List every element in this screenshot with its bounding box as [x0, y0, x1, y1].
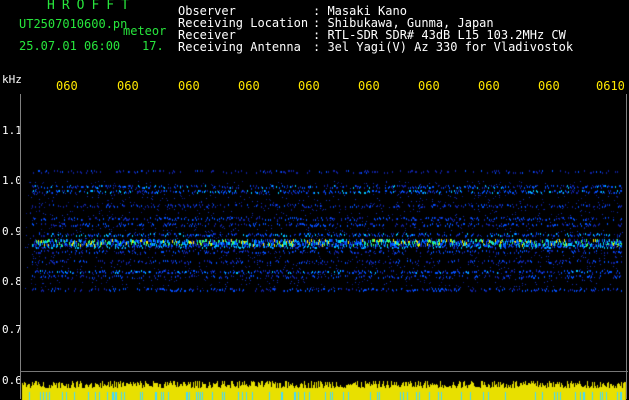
x-tick-label: 0610 [596, 79, 625, 93]
meteor-count: 17. [142, 39, 164, 53]
x-tick-label: 060 [56, 79, 78, 93]
x-tick-label: 060 [178, 79, 200, 93]
baseline-rule [20, 371, 628, 372]
hrofft-logo: HROFFT [47, 0, 136, 13]
x-tick-label: 060 [117, 79, 139, 93]
y-tick-label: 1.0 [2, 174, 22, 187]
y-tick-label: 0.7 [2, 323, 22, 336]
y-tick-label: 0.6 [2, 374, 22, 387]
y-tick-label: 0.9 [2, 225, 22, 238]
x-tick-label: 060 [238, 79, 260, 93]
file-name: UT2507010600.pn [19, 17, 128, 31]
mode-label: meteor [123, 24, 167, 38]
observation-datetime: 25.07.01 06:00 [19, 39, 121, 53]
x-tick-label: 060 [418, 79, 440, 93]
plot-frame [20, 94, 627, 399]
antenna-label: Receiving Antenna [178, 40, 301, 54]
x-tick-label: 060 [358, 79, 380, 93]
y-axis-unit: kHz [2, 73, 22, 86]
antenna-value: : 3el Yagi(V) Az 330 for Vladivostok [313, 40, 574, 54]
x-tick-label: 060 [298, 79, 320, 93]
x-tick-label: 060 [478, 79, 500, 93]
x-tick-label: 060 [538, 79, 560, 93]
y-tick-label: 1.1 [2, 124, 22, 137]
y-tick-label: 0.8 [2, 275, 22, 288]
